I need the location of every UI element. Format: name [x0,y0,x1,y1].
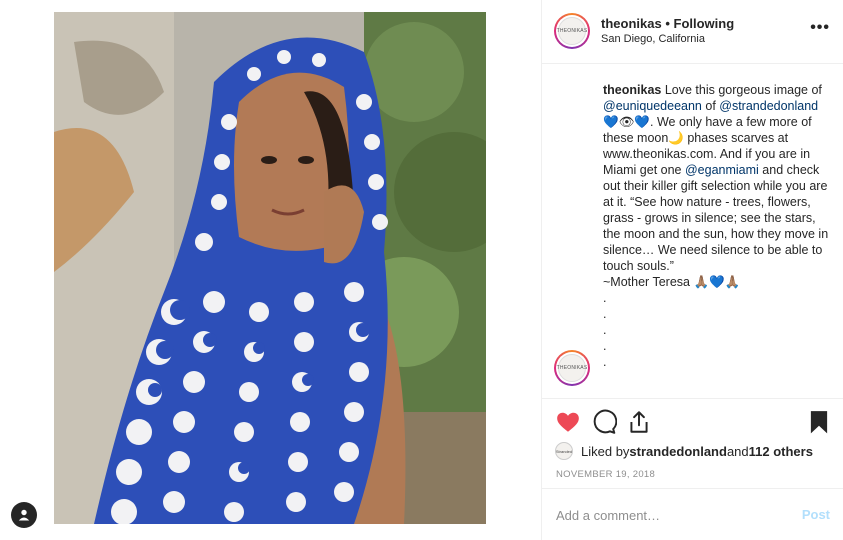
caption-mention-euniquedeeann[interactable]: @euniquedeeann [603,99,702,113]
author-avatar[interactable]: THEONIKAS [554,13,590,49]
author-avatar-logo: THEONIKAS [557,17,587,45]
author-username[interactable]: theonikas [601,16,662,31]
likes-and: and [726,443,749,459]
caption-text-2: of [701,99,720,113]
caption-author-avatar[interactable]: THEONIKAS [554,350,590,386]
photo-image [54,12,486,524]
post-photo[interactable] [54,12,486,524]
follow-status-button[interactable]: Following [674,16,735,31]
caption-text-4: and check out their killer gift selectio… [603,163,829,369]
comment-box: Post [542,488,843,540]
add-comment-input[interactable] [556,505,776,525]
liker-avatar[interactable]: Stranded [555,442,573,460]
more-options-icon[interactable]: ••• [810,20,830,36]
post-date[interactable]: NOVEMBER 19, 2018 [556,469,655,480]
share-icon[interactable] [626,409,652,435]
caption-text-1: Love this gorgeous image of [661,83,826,97]
user-tag-button[interactable] [11,502,37,528]
likes-others-link[interactable]: 112 others [749,444,813,459]
author-line: theonikas • Following [601,16,734,31]
post-media [0,0,541,540]
caption-avatar-logo: THEONIKAS [557,354,587,382]
caption-area: theonikas Love this gorgeous image of @e… [542,64,843,398]
caption-username[interactable]: theonikas [603,83,661,97]
likes-prefix: Liked by [581,443,630,459]
post-comment-button[interactable]: Post [802,507,830,522]
comment-bubble-icon[interactable] [591,409,618,435]
liker-username[interactable]: strandedonland [629,444,727,459]
post-actions: Stranded Liked by strandedonland and 112… [542,398,843,502]
user-tag-icon [18,509,30,521]
caption-mention-strandedonland[interactable]: @strandedonland [719,99,818,113]
post-caption: theonikas Love this gorgeous image of @e… [603,82,829,370]
bookmark-filled-icon[interactable] [806,409,832,435]
post-location[interactable]: San Diego, California [601,33,705,45]
caption-mention-eganmiami[interactable]: @eganmiami [685,163,759,177]
post-side-panel: THEONIKAS theonikas • Following San Dieg… [541,0,843,540]
heart-filled-icon[interactable] [555,409,581,435]
separator-dot: • [665,16,670,31]
post-header: THEONIKAS theonikas • Following San Dieg… [542,0,843,64]
likes-summary: Stranded Liked by strandedonland and 112… [555,441,813,461]
instagram-post: THEONIKAS theonikas • Following San Dieg… [0,0,843,540]
